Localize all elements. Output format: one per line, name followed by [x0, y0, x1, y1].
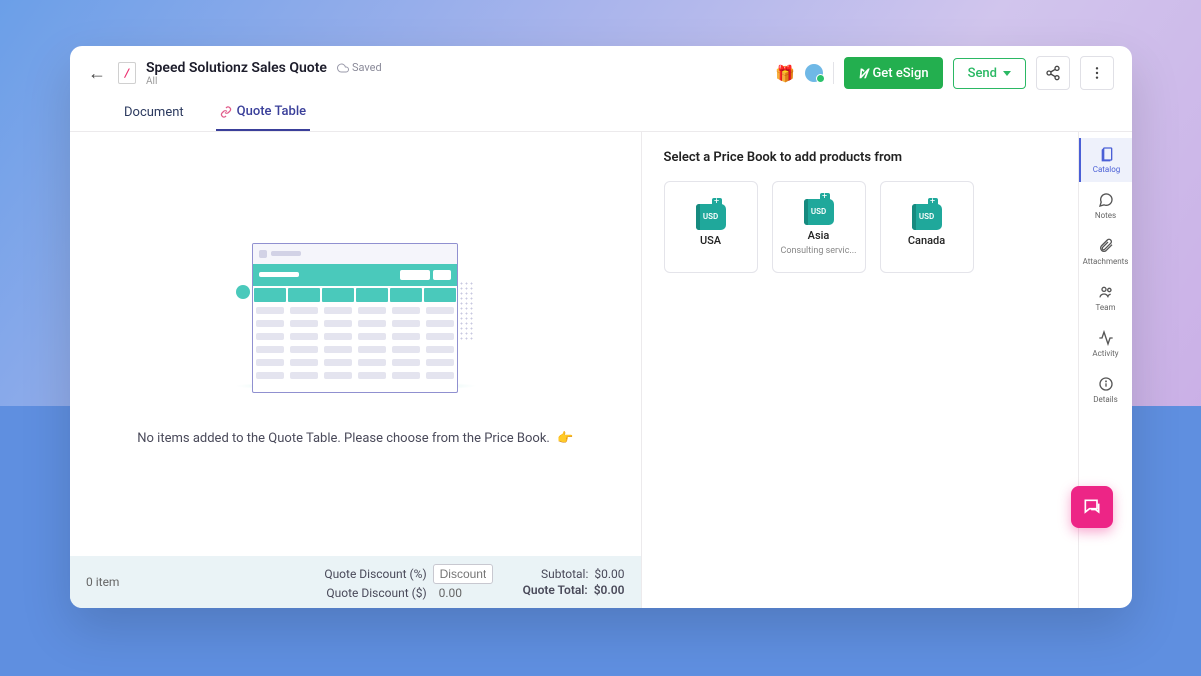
sidebar-label: Attachments [1083, 257, 1129, 266]
total-value: $0.00 [594, 583, 625, 597]
sidebar-item-team[interactable]: Team [1079, 276, 1132, 320]
book-icon: + USD [804, 199, 834, 225]
empty-text: No items added to the Quote Table. Pleas… [137, 431, 573, 446]
sidebar-label: Activity [1092, 349, 1118, 358]
pricebook-subtitle: Consulting servic... [780, 246, 856, 256]
doc-type-icon: / [118, 62, 136, 84]
attachments-icon [1098, 238, 1114, 254]
total-label: Quote Total: [523, 583, 588, 597]
pricebook-name: Asia [808, 229, 830, 242]
book-icon: + USD [696, 204, 726, 230]
catalog-icon [1099, 146, 1115, 162]
more-button[interactable] [1080, 56, 1114, 90]
discount-amt-value: 0.00 [433, 586, 493, 600]
discount-pct-label: Quote Discount (%) [324, 567, 426, 581]
divider [833, 62, 834, 84]
discount-amt-label: Quote Discount ($) [326, 586, 426, 600]
discount-pct-input[interactable] [433, 564, 493, 584]
tab-quote-table[interactable]: Quote Table [216, 98, 310, 131]
pricebook-heading: Select a Price Book to add products from [664, 150, 1060, 165]
tab-document[interactable]: Document [120, 98, 188, 131]
chat-icon [1082, 497, 1102, 517]
cloud-saved-icon [337, 62, 349, 74]
get-esign-button[interactable]: ꛘ Get eSign [844, 57, 942, 89]
sidebar-item-activity[interactable]: Activity [1079, 322, 1132, 366]
sidebar-label: Details [1093, 395, 1117, 404]
saved-indicator: Saved [337, 61, 382, 74]
sidebar-item-catalog[interactable]: Catalog [1079, 138, 1132, 182]
details-icon [1098, 376, 1114, 392]
send-label: Send [968, 66, 997, 81]
title-block: Speed Solutionz Sales Quote Saved All [146, 60, 382, 87]
item-count: 0 item [86, 575, 266, 589]
document-title: Speed Solutionz Sales Quote [146, 60, 327, 76]
share-icon [1045, 65, 1061, 81]
back-button[interactable]: ← [88, 63, 106, 84]
subtotal-label: Subtotal: [541, 567, 588, 581]
gift-icon[interactable]: 🎁 [775, 64, 795, 83]
header-actions: 🎁 ꛘ Get eSign Send [775, 56, 1114, 90]
pricebook-card-usa[interactable]: + USD USA [664, 181, 758, 273]
subtotal-value: $0.00 [594, 567, 624, 581]
team-icon [1098, 284, 1114, 300]
share-button[interactable] [1036, 56, 1070, 90]
header: ← / Speed Solutionz Sales Quote Saved Al… [70, 46, 1132, 90]
sidebar-item-notes[interactable]: Notes [1079, 184, 1132, 228]
document-subtitle: All [146, 76, 382, 87]
send-button[interactable]: Send [953, 58, 1026, 89]
chat-fab[interactable] [1071, 486, 1113, 528]
pricebook-name: USA [700, 234, 721, 247]
pricebook-name: Canada [908, 234, 945, 247]
pricebook-list: + USD USA + USD Asia Consulting servic..… [664, 181, 1060, 273]
signature-icon: ꛘ [858, 64, 866, 82]
esign-label: Get eSign [872, 66, 928, 81]
tab-quote-table-label: Quote Table [237, 104, 306, 119]
link-icon [220, 106, 232, 118]
sidebar-label: Catalog [1093, 165, 1121, 174]
sidebar-item-details[interactable]: Details [1079, 368, 1132, 412]
quote-table-pane: No items added to the Quote Table. Pleas… [70, 132, 642, 608]
quote-footer: 0 item Quote Discount (%) Quote Discount… [70, 556, 641, 608]
right-sidebar: Catalog Notes Attachments Team [1078, 132, 1132, 608]
pointing-right-icon: 👉 [557, 431, 573, 446]
pricebook-pane: Select a Price Book to add products from… [642, 132, 1078, 608]
chevron-down-icon [1003, 71, 1011, 76]
pricebook-card-asia[interactable]: + USD Asia Consulting servic... [772, 181, 866, 273]
empty-state: No items added to the Quote Table. Pleas… [70, 132, 641, 556]
notes-icon [1098, 192, 1114, 208]
tab-row: Document Quote Table [70, 90, 1132, 132]
more-vertical-icon [1089, 65, 1105, 81]
app-window: ← / Speed Solutionz Sales Quote Saved Al… [70, 46, 1132, 608]
sidebar-label: Team [1096, 303, 1116, 312]
saved-label: Saved [352, 61, 382, 74]
pricebook-card-canada[interactable]: + USD Canada [880, 181, 974, 273]
activity-icon [1098, 330, 1114, 346]
sidebar-item-attachments[interactable]: Attachments [1079, 230, 1132, 274]
empty-illustration [240, 243, 470, 403]
sidebar-label: Notes [1095, 211, 1116, 220]
user-avatar[interactable] [805, 64, 823, 82]
book-icon: + USD [912, 204, 942, 230]
body: No items added to the Quote Table. Pleas… [70, 132, 1132, 608]
